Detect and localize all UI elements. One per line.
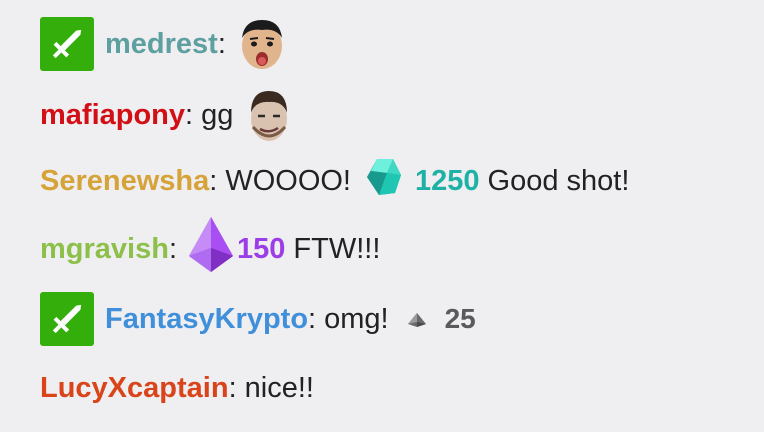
- chat-message: mafiapony : gg: [40, 86, 295, 144]
- chat-message: mgravish : 150 FTW!!!: [40, 217, 381, 278]
- surprised-face-emote[interactable]: [236, 16, 288, 72]
- username[interactable]: LucyXcaptain: [40, 371, 229, 405]
- message-text: omg!: [324, 303, 389, 335]
- bits-amount: 25: [444, 303, 476, 334]
- bits-amount: 1250: [415, 165, 480, 197]
- chat-message: Serenewsha : WOOOO! 1250 Good shot!: [40, 156, 629, 206]
- message-text: nice!!: [244, 372, 314, 404]
- chat-message: medrest :: [40, 15, 288, 73]
- message-text: gg: [201, 99, 234, 131]
- moderator-sword-icon[interactable]: [40, 292, 94, 346]
- message-separator: :: [185, 99, 194, 131]
- message-separator: :: [308, 303, 317, 335]
- message-separator: :: [228, 372, 237, 404]
- moderator-sword-icon[interactable]: [40, 17, 94, 71]
- chat-message: FantasyKrypto : omg! 25: [40, 290, 476, 348]
- purple-gem-icon[interactable]: [187, 216, 235, 282]
- bits-amount: 150: [237, 233, 286, 265]
- username[interactable]: Serenewsha: [40, 164, 209, 198]
- username[interactable]: mgravish: [40, 232, 169, 266]
- username[interactable]: FantasyKrypto: [105, 302, 308, 336]
- message-separator: :: [217, 28, 226, 60]
- smirking-face-emote[interactable]: [243, 87, 295, 143]
- message-text-after: FTW!!!: [293, 233, 381, 265]
- username[interactable]: medrest: [105, 27, 218, 61]
- message-text-after: Good shot!: [487, 165, 630, 197]
- gray-gem-icon[interactable]: [407, 302, 427, 336]
- username[interactable]: mafiapony: [40, 98, 185, 132]
- message-separator: :: [168, 233, 178, 265]
- message-text: WOOOO!: [225, 165, 351, 197]
- message-separator: :: [209, 165, 218, 197]
- teal-gem-icon[interactable]: [365, 157, 403, 205]
- chat-log: medrest : mafiapony : gg Serenewsha: WO…: [0, 0, 764, 432]
- chat-message: LucyXcaptain : nice!!: [40, 366, 314, 410]
